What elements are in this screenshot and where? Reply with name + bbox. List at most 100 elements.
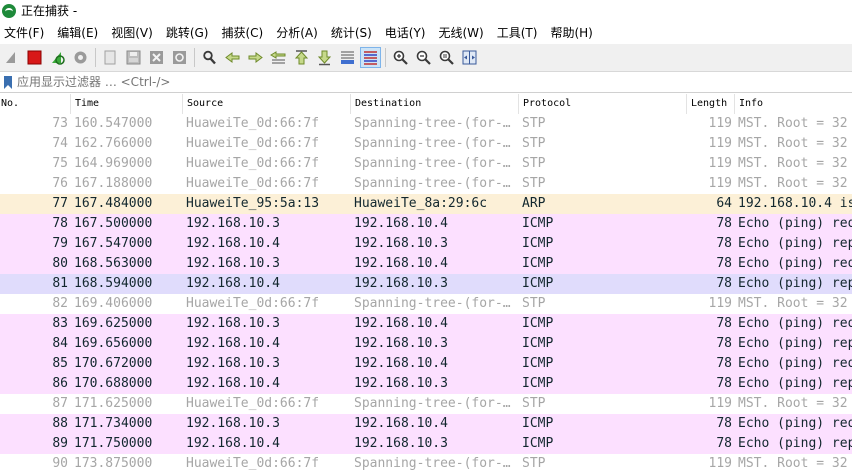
packet-row[interactable]: 88 171.734000 192.168.10.3 192.168.10.4 ICMP… <box>0 414 852 434</box>
menu-help[interactable]: 帮助(H) <box>546 24 599 41</box>
zoom-normal-icon[interactable] <box>437 48 456 67</box>
packet-length: 119 <box>708 156 732 171</box>
packet-row[interactable]: 89 171.750000 192.168.10.4 192.168.10.3 ICMP… <box>0 434 852 454</box>
display-filter-input[interactable] <box>17 75 617 89</box>
find-packet-icon[interactable] <box>200 48 219 67</box>
packet-row[interactable]: 78 167.500000 192.168.10.3 192.168.10.4 ICMP… <box>0 214 852 234</box>
packet-row[interactable]: 76 167.188000 HuaweiTe_0d:66:7f Spanning-tr… <box>0 174 852 194</box>
go-back-icon[interactable] <box>223 48 242 67</box>
packet-time: 168.563000 <box>74 256 153 271</box>
autoscroll-icon[interactable] <box>338 48 357 67</box>
packet-protocol: ICMP <box>522 236 554 251</box>
menu-tools[interactable]: 工具(T) <box>493 24 545 41</box>
menu-telephony[interactable]: 电话(Y) <box>381 24 433 41</box>
packet-length: 119 <box>708 136 732 151</box>
packet-source: 192.168.10.3 <box>186 316 280 331</box>
packet-destination: 192.168.10.3 <box>354 276 448 291</box>
save-icon[interactable] <box>124 48 143 67</box>
packet-source: 192.168.10.4 <box>186 376 280 391</box>
stop-square-icon[interactable] <box>25 48 44 67</box>
packet-protocol: STP <box>522 296 546 311</box>
packet-row[interactable]: 75 164.969000 HuaweiTe_0d:66:7f Spanning-tr… <box>0 154 852 174</box>
packet-protocol: ICMP <box>522 376 554 391</box>
packet-destination: Spanning-tree-(for-… <box>354 456 511 470</box>
go-first-icon[interactable] <box>292 48 311 67</box>
open-file-icon[interactable] <box>101 48 120 67</box>
packet-row[interactable]: 77 167.484000 HuaweiTe_95:5a:13 HuaweiTe_8a… <box>0 194 852 214</box>
packet-row[interactable]: 84 169.656000 192.168.10.4 192.168.10.3 ICMP… <box>0 334 852 354</box>
packet-row[interactable]: 87 171.625000 HuaweiTe_0d:66:7f Spanning-tr… <box>0 394 852 414</box>
packet-info: Echo (ping) rep <box>738 276 852 291</box>
shark-fin-icon[interactable] <box>2 48 21 67</box>
packet-no: 74 <box>52 136 68 151</box>
packet-source: HuaweiTe_0d:66:7f <box>186 116 320 131</box>
restart-icon[interactable] <box>48 48 67 67</box>
packet-no: 88 <box>52 416 68 431</box>
packet-row[interactable]: 82 169.406000 HuaweiTe_0d:66:7f Spanning-tr… <box>0 294 852 314</box>
packet-destination: Spanning-tree-(for-… <box>354 116 511 131</box>
packet-length: 78 <box>716 436 732 451</box>
packet-length: 119 <box>708 456 732 470</box>
capture-options-icon[interactable] <box>71 48 90 67</box>
column-header-source[interactable]: Source <box>182 94 350 114</box>
packet-no: 80 <box>52 256 68 271</box>
packet-destination: Spanning-tree-(for-… <box>354 176 511 191</box>
bookmark-icon[interactable] <box>4 75 12 89</box>
packet-info: Echo (ping) req <box>738 216 852 231</box>
go-forward-icon[interactable] <box>246 48 265 67</box>
column-header-time[interactable]: Time <box>70 94 184 114</box>
packet-protocol: STP <box>522 396 546 411</box>
packet-destination: 192.168.10.3 <box>354 236 448 251</box>
packet-destination: 192.168.10.3 <box>354 376 448 391</box>
packet-time: 170.688000 <box>74 376 153 391</box>
packet-row[interactable]: 74 162.766000 HuaweiTe_0d:66:7f Spanning-tr… <box>0 134 852 154</box>
resize-columns-icon[interactable] <box>460 48 479 67</box>
packet-no: 79 <box>52 236 68 251</box>
packet-row[interactable]: 79 167.547000 192.168.10.4 192.168.10.3 ICMP… <box>0 234 852 254</box>
menu-view[interactable]: 视图(V) <box>107 24 160 41</box>
colorize-icon[interactable] <box>360 47 381 68</box>
column-header-destination[interactable]: Destination <box>350 94 518 114</box>
go-to-packet-icon[interactable] <box>269 48 288 67</box>
packet-time: 173.875000 <box>74 456 153 470</box>
packet-source: HuaweiTe_0d:66:7f <box>186 296 320 311</box>
packet-destination: 192.168.10.4 <box>354 316 448 331</box>
zoom-in-icon[interactable] <box>391 48 410 67</box>
column-header-protocol[interactable]: Protocol <box>518 94 686 114</box>
menu-capture[interactable]: 捕获(C) <box>217 24 270 41</box>
packet-source: 192.168.10.3 <box>186 256 280 271</box>
menu-analyze[interactable]: 分析(A) <box>272 24 325 41</box>
packet-length: 119 <box>708 396 732 411</box>
packet-row[interactable]: 90 173.875000 HuaweiTe_0d:66:7f Spanning-tr… <box>0 454 852 470</box>
packet-row[interactable]: 85 170.672000 192.168.10.3 192.168.10.4 ICMP… <box>0 354 852 374</box>
packet-row[interactable]: 80 168.563000 192.168.10.3 192.168.10.4 ICMP… <box>0 254 852 274</box>
column-header-length[interactable]: Length <box>686 94 734 114</box>
column-header-info[interactable]: Info <box>734 94 852 114</box>
packet-row[interactable]: 86 170.688000 192.168.10.4 192.168.10.3 ICMP… <box>0 374 852 394</box>
menu-edit[interactable]: 编辑(E) <box>53 24 105 41</box>
zoom-out-icon[interactable] <box>414 48 433 67</box>
packet-destination: Spanning-tree-(for-… <box>354 396 511 411</box>
packet-time: 160.547000 <box>74 116 153 131</box>
menu-file[interactable]: 文件(F) <box>0 24 51 41</box>
packet-time: 167.500000 <box>74 216 153 231</box>
packet-no: 90 <box>52 456 68 470</box>
packet-length: 64 <box>716 196 732 211</box>
packet-source: 192.168.10.4 <box>186 276 280 291</box>
close-file-icon[interactable] <box>147 48 166 67</box>
go-last-icon[interactable] <box>315 48 334 67</box>
reload-icon[interactable] <box>170 48 189 67</box>
packet-row[interactable]: 83 169.625000 192.168.10.3 192.168.10.4 ICMP… <box>0 314 852 334</box>
menu-statistics[interactable]: 统计(S) <box>327 24 379 41</box>
packet-time: 169.656000 <box>74 336 153 351</box>
packet-row[interactable]: 73 160.547000 HuaweiTe_0d:66:7f Spanning-tr… <box>0 114 852 134</box>
packet-destination: 192.168.10.3 <box>354 436 448 451</box>
packet-protocol: STP <box>522 136 546 151</box>
packet-source: 192.168.10.3 <box>186 216 280 231</box>
title-bar: 正在捕获 - <box>0 0 852 21</box>
packet-length: 119 <box>708 176 732 191</box>
menu-wireless[interactable]: 无线(W) <box>435 24 491 41</box>
column-header-no[interactable]: No. <box>0 94 72 114</box>
menu-go[interactable]: 跳转(G) <box>162 24 216 41</box>
packet-row[interactable]: 81 168.594000 192.168.10.4 192.168.10.3 ICMP… <box>0 274 852 294</box>
